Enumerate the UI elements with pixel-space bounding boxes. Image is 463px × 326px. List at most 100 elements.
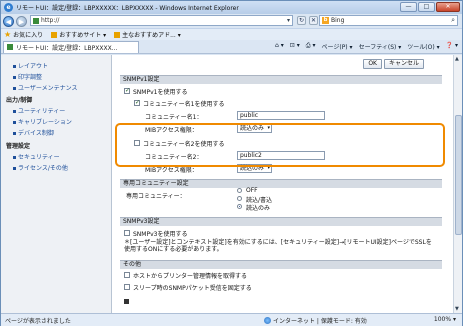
title-bar: e リモートUI：設定/登録：LBPXXXXX：LBPXXXXX - Windo… — [1, 1, 462, 14]
snmpv3-section-header: SNMPv3設定 — [120, 217, 442, 226]
radio-read-only-label: 読込のみ — [246, 205, 271, 212]
security-zone: インターネット | 保護モード: 有効 — [264, 316, 367, 325]
ie-logo-icon: e — [4, 3, 13, 12]
nav-item-security[interactable]: セキュリティー — [13, 152, 60, 161]
nav-item-layout[interactable]: レイアウト — [13, 61, 48, 70]
snmpv1-checkbox[interactable] — [124, 87, 130, 94]
favorites-button[interactable]: お気に入り — [13, 30, 43, 39]
community1-use-label: コミュニティー名1を使用する — [143, 101, 225, 108]
snmpv3-label: SNMPv3を使用する — [133, 231, 188, 238]
bing-logo-icon: b — [322, 17, 329, 24]
sleep-snmp-checkbox[interactable] — [124, 284, 130, 290]
sleep-snmp-label: スリープ時のSNMPパケット受信を固定する — [133, 285, 252, 292]
forward-button[interactable]: ▶ — [16, 15, 27, 27]
close-button[interactable]: ✕ — [436, 2, 460, 12]
suggested-sites-link[interactable]: おすすめサイト ▾ — [59, 30, 106, 39]
search-engine-label: Bing — [331, 17, 345, 24]
nav-item-user-maintenance[interactable]: ユーザーメンテナンス — [13, 83, 78, 92]
nav-item-print-adjust[interactable]: 印字調整 — [13, 72, 42, 81]
favorites-star-icon[interactable]: ★ — [4, 30, 11, 39]
tab-remote-ui[interactable]: リモートUI：設定/登録：LBPXXXX... — [3, 40, 139, 53]
favorites-bar: ★ お気に入り おすすめサイト ▾ 主なおすすめアド... ▾ — [1, 28, 462, 40]
browser-window: e リモートUI：設定/登録：LBPXXXXX：LBPXXXXX - Windo… — [0, 0, 463, 326]
radio-off[interactable] — [237, 188, 242, 193]
back-button[interactable]: ◀ — [3, 15, 14, 27]
home-icon[interactable]: ⌂ ▾ — [275, 42, 284, 51]
security-zone-label: インターネット | 保護モード: 有効 — [273, 318, 367, 325]
community1-name-label: コミュニティー名1： — [145, 114, 203, 121]
page-end-marker-icon — [124, 299, 129, 304]
nav-label: ユーティリティー — [18, 108, 66, 115]
bullet-icon — [13, 121, 16, 124]
status-text: ページが表示されました — [5, 317, 71, 325]
snmpv3-checkbox[interactable] — [124, 230, 130, 236]
nav-label: レイアウト — [18, 63, 49, 70]
settings-panel: OK キャンセル SNMPv1設定 SNMPv1を使用する コミュニティー名1を… — [120, 55, 442, 313]
page-menu[interactable]: ページ(P) ▾ — [321, 42, 352, 51]
nav-label: デバイス制御 — [18, 130, 54, 137]
url-text: http:// — [41, 17, 60, 24]
snmpv1-label: SNMPv1を使用する — [133, 89, 188, 96]
snmpv3-note: ＊[ユーザー設定]とコンテキスト設定]を有効にするには、[セキュリティー設定]→… — [124, 239, 432, 253]
url-dropdown-icon[interactable]: ▾ — [287, 17, 290, 24]
nav-item-device-control[interactable]: デバイス制御 — [13, 128, 54, 137]
web-slice-link[interactable]: 主なおすすめアド... ▾ — [122, 30, 181, 39]
bullet-icon — [13, 76, 16, 79]
help-menu[interactable]: ❓ ▾ — [446, 42, 458, 51]
safety-menu[interactable]: セーフティ(S) ▾ — [359, 42, 402, 51]
cancel-button[interactable]: キャンセル — [383, 59, 424, 69]
page-content: レイアウト 印字調整 ユーザーメンテナンス 出力/制御 ユーティリティー キャリ… — [1, 55, 462, 313]
radio-read-write[interactable] — [237, 196, 242, 201]
form-actions: OK キャンセル — [363, 59, 424, 69]
community1-checkbox[interactable] — [134, 99, 140, 106]
dedicated-community-section-header: 専用コミュニティー設定 — [120, 179, 442, 188]
window-title: リモートUI：設定/登録：LBPXXXXX：LBPXXXXX - Windows… — [16, 5, 239, 12]
community1-name-input[interactable]: public — [237, 111, 325, 120]
window-controls: — □ ✕ — [400, 2, 460, 12]
host-mgmt-info-checkbox[interactable] — [124, 272, 130, 278]
minimize-button[interactable]: — — [400, 2, 417, 12]
highlight-frame — [115, 123, 445, 167]
nav-heading-admin-settings: 管理設定 — [6, 143, 31, 150]
page-icon — [33, 17, 39, 24]
left-navigation: レイアウト 印字調整 ユーザーメンテナンス 出力/制御 ユーティリティー キャリ… — [1, 55, 112, 313]
scroll-down-icon[interactable]: ▼ — [455, 306, 459, 312]
nav-label: セキュリティー — [18, 154, 60, 161]
bullet-icon — [13, 156, 16, 159]
nav-label: ユーザーメンテナンス — [18, 85, 78, 92]
scroll-thumb[interactable] — [455, 115, 462, 235]
status-bar: ページが表示されました インターネット | 保護モード: 有効 100% ▾ — [1, 313, 462, 326]
radio-read-only[interactable] — [237, 204, 242, 209]
bullet-icon — [13, 65, 16, 68]
maximize-button[interactable]: □ — [418, 2, 435, 12]
vertical-scrollbar[interactable]: ▲ ▼ — [453, 55, 462, 313]
tools-menu[interactable]: ツール(O) ▾ — [407, 42, 439, 51]
refresh-icon[interactable]: ↻ — [297, 16, 306, 25]
other-section-header: その他 — [120, 260, 442, 269]
nav-heading-output-control: 出力/制御 — [6, 97, 33, 104]
search-icon[interactable]: ⌕ — [451, 16, 455, 25]
scroll-up-icon[interactable]: ▲ — [455, 56, 459, 62]
address-bar: ◀ ▶ http:// ▾ ↻ ✕ b Bing ⌕ — [1, 14, 462, 28]
feeds-icon[interactable]: ⊡ ▾ — [290, 42, 300, 51]
stop-icon[interactable]: ✕ — [309, 16, 318, 25]
print-icon[interactable]: ⎙ ▾ — [306, 42, 316, 51]
bullet-icon — [13, 132, 16, 135]
nav-item-calibration[interactable]: キャリブレーション — [13, 117, 72, 126]
web-slice-icon — [114, 31, 121, 38]
zoom-level[interactable]: 100% ▾ — [434, 316, 456, 323]
nav-label: キャリブレーション — [18, 119, 72, 126]
snmpv1-section-header: SNMPv1設定 — [120, 75, 442, 84]
search-box[interactable]: b Bing ⌕ — [319, 15, 458, 26]
tab-label: リモートUI：設定/登録：LBPXXXX... — [16, 44, 118, 52]
command-bar: ⌂ ▾ ⊡ ▾ ⎙ ▾ ページ(P) ▾ セーフティ(S) ▾ ツール(O) ▾… — [275, 42, 458, 51]
suggested-sites-icon — [51, 31, 58, 38]
nav-item-license-other[interactable]: ライセンス/その他 — [13, 163, 68, 172]
bullet-icon — [13, 167, 16, 170]
bullet-icon — [13, 87, 16, 90]
ok-button[interactable]: OK — [363, 59, 382, 69]
nav-item-utility[interactable]: ユーティリティー — [13, 106, 65, 115]
address-icons: ↻ ✕ — [297, 16, 318, 25]
url-field[interactable]: http:// ▾ — [30, 15, 293, 26]
globe-icon — [264, 317, 271, 324]
